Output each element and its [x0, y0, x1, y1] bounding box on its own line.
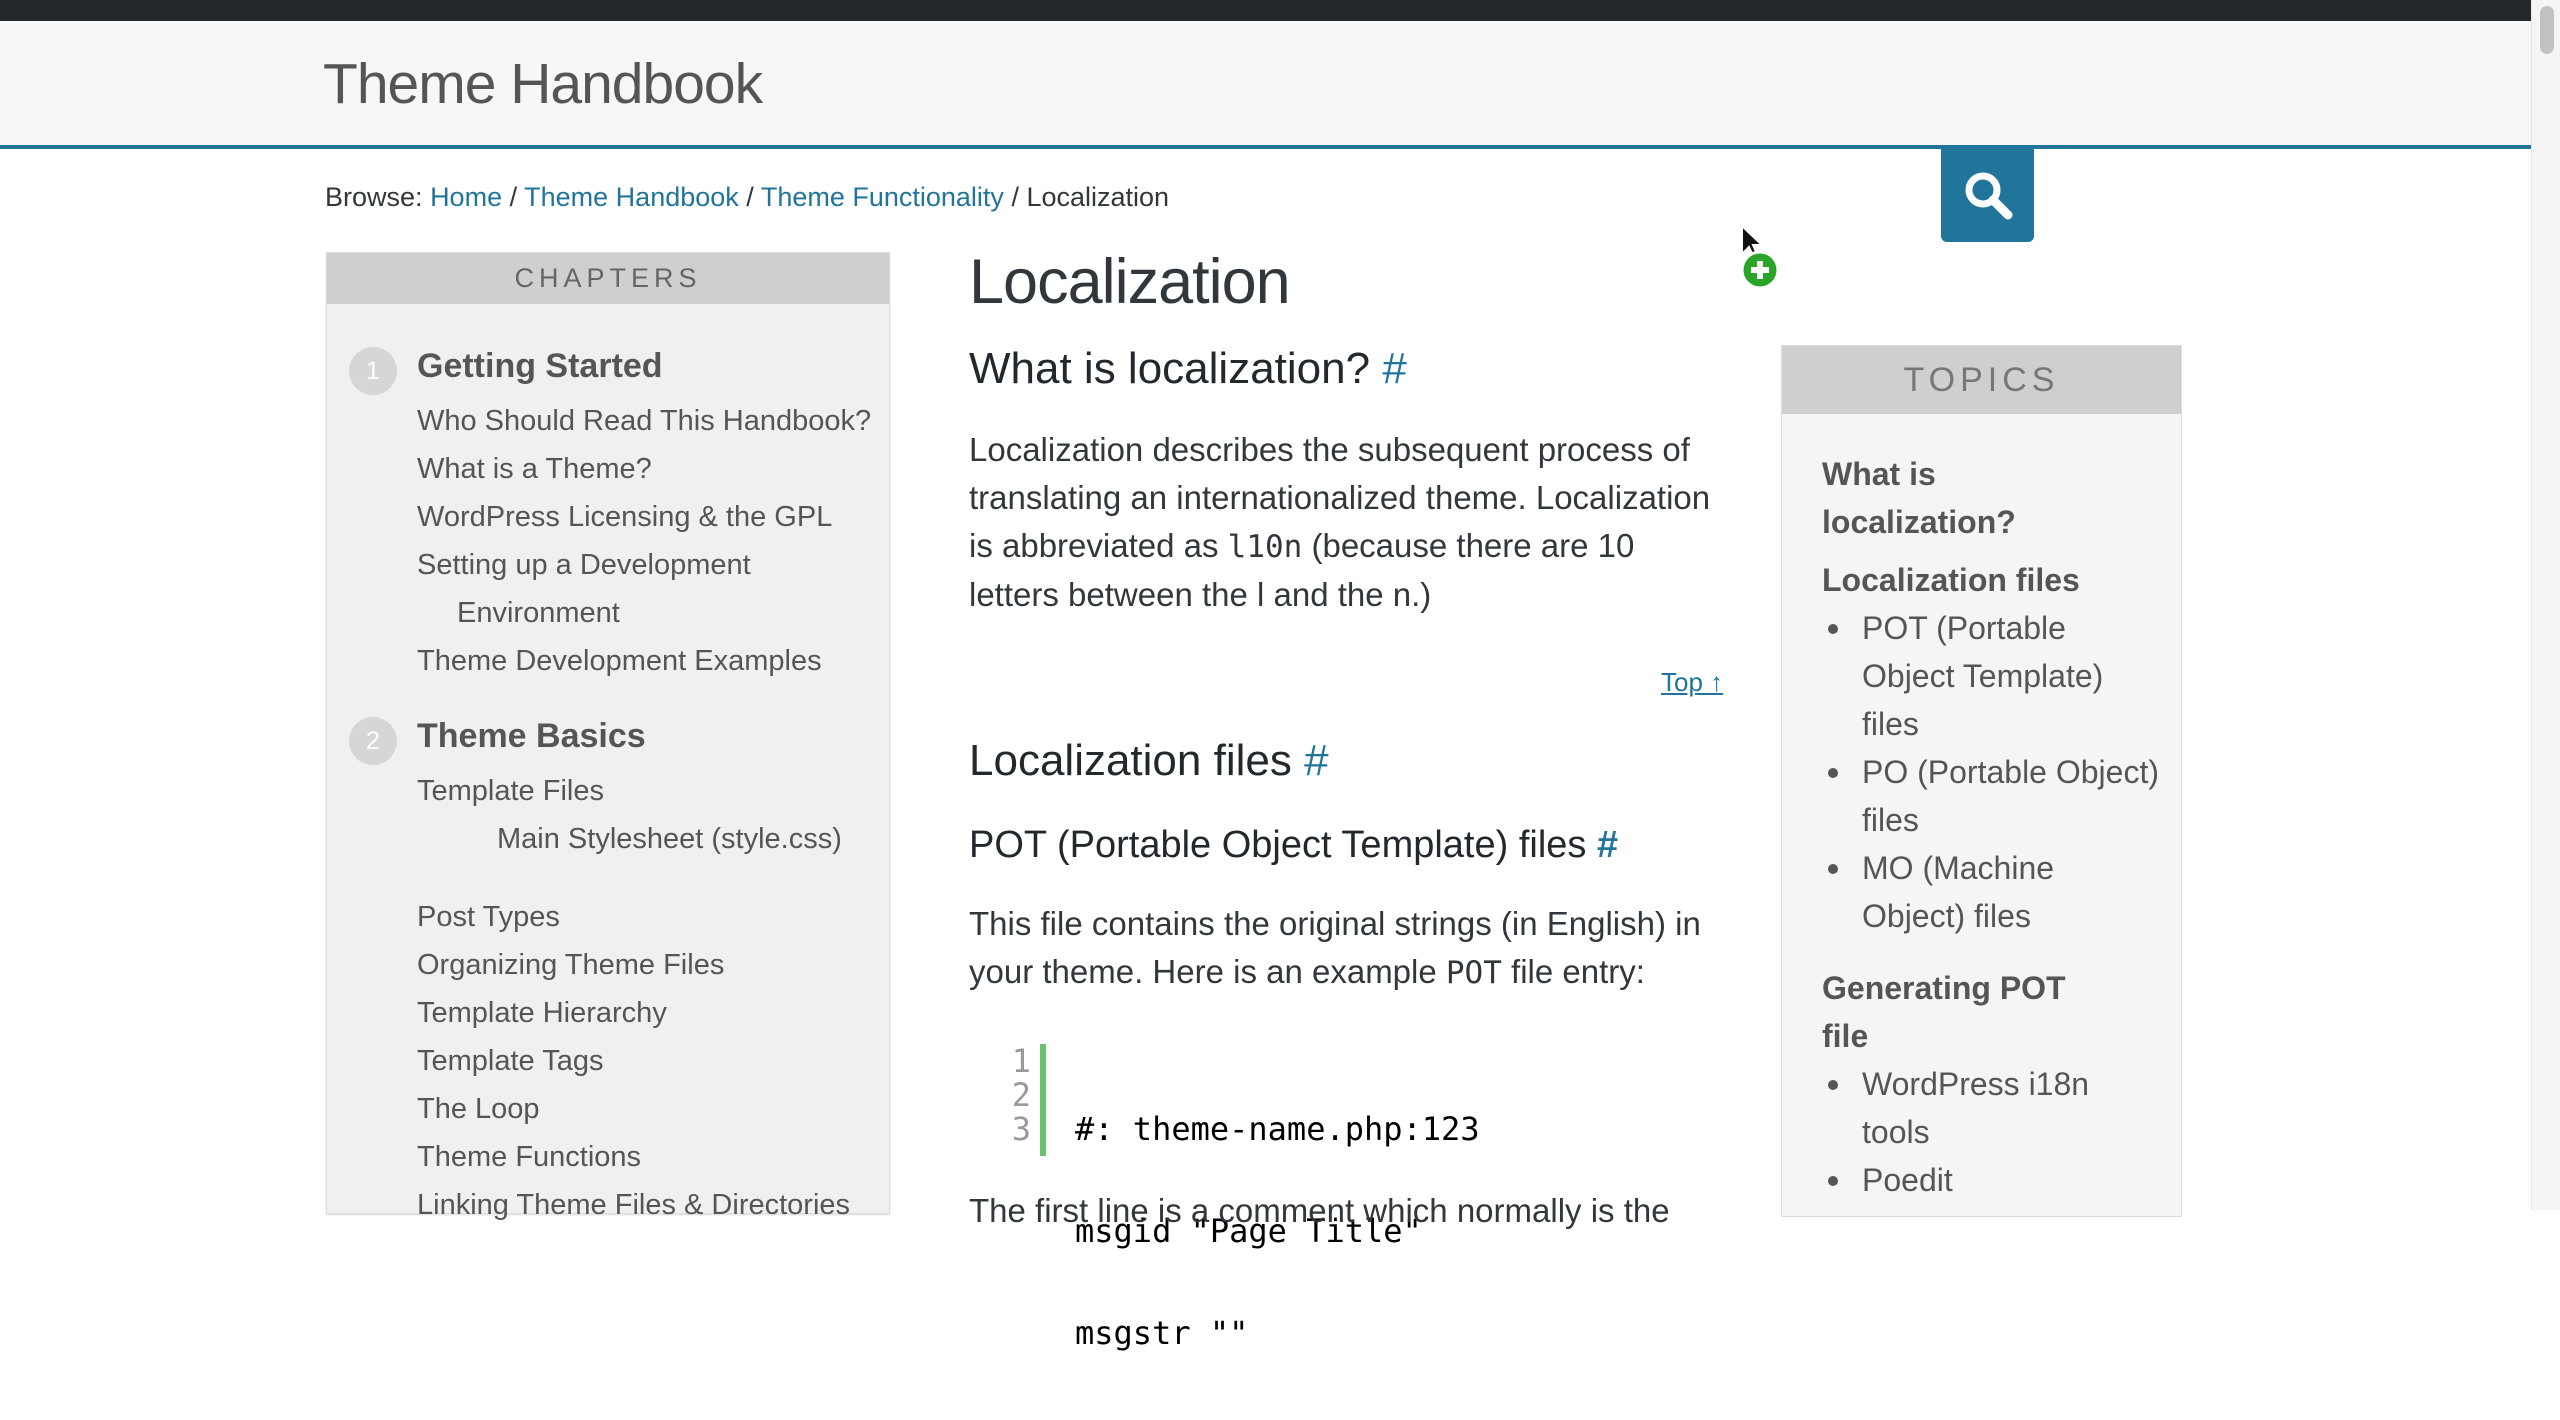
breadcrumb-separator: /: [509, 182, 518, 212]
chapter-number-badge: 1: [349, 347, 397, 395]
sidebar-link[interactable]: Environment: [457, 589, 620, 637]
code-gutter-bar: [1040, 1044, 1046, 1156]
code-line: msgstr "": [1075, 1314, 1249, 1352]
topic-link-generating-pot-file[interactable]: Generating POT file: [1822, 964, 2082, 1060]
paragraph-cut-off: The first line is a comment which normal…: [969, 1192, 1670, 1229]
topics-sidebar: TOPICS What is localization? Localizatio…: [1781, 345, 2182, 1217]
sidebar-link[interactable]: WordPress Licensing & the GPL: [417, 493, 832, 541]
inline-code: POT: [1445, 955, 1502, 991]
mouse-cursor-copy-icon: [1740, 223, 1784, 295]
sidebar-link[interactable]: Template Hierarchy: [417, 989, 667, 1037]
inline-code: l10n: [1227, 529, 1303, 565]
code-line-number: 1: [1011, 1042, 1031, 1080]
sidebar-link[interactable]: Template Tags: [417, 1037, 603, 1085]
topic-sublist: WordPress i18n tools Poedit: [1822, 1060, 2162, 1204]
sidebar-link[interactable]: Linking Theme Files & Directories: [417, 1181, 850, 1229]
breadcrumb: Browse: Home / Theme Handbook / Theme Fu…: [325, 182, 1169, 213]
sidebar-link[interactable]: What is a Theme?: [417, 445, 652, 493]
sidebar-link[interactable]: Post Types: [417, 893, 560, 941]
topic-link-localization-files[interactable]: Localization files: [1822, 556, 2080, 604]
sidebar-link[interactable]: Setting up a Development: [417, 541, 751, 589]
topic-sublist: POT (Portable Object Template) files PO …: [1822, 604, 2162, 940]
topic-link-poedit[interactable]: Poedit: [1822, 1156, 2162, 1204]
breadcrumb-theme-handbook[interactable]: Theme Handbook: [524, 182, 739, 212]
topic-link-mo-files[interactable]: MO (Machine Object) files: [1822, 844, 2162, 940]
page-title: Localization: [969, 247, 1291, 317]
topic-link-what-is-localization[interactable]: What is localization?: [1822, 450, 2122, 546]
section-heading-text: POT (Portable Object Template) files: [969, 824, 1587, 866]
code-lines: #: theme-name.php:123 msgid "Page Title"…: [1075, 1044, 1480, 1418]
code-line: #: theme-name.php:123: [1075, 1110, 1480, 1148]
paragraph: Localization describes the subsequent pr…: [969, 426, 1729, 619]
sidebar-link[interactable]: Who Should Read This Handbook?: [417, 397, 871, 445]
section-anchor-link[interactable]: #: [1382, 344, 1406, 393]
paragraph-text: file entry:: [1501, 953, 1645, 990]
back-to-top-link[interactable]: Top ↑: [1661, 667, 1723, 698]
section-heading-pot-files: POT (Portable Object Template) files #: [969, 824, 1618, 867]
sidebar-link[interactable]: Organizing Theme Files: [417, 941, 724, 989]
paragraph: This file contains the original strings …: [969, 900, 1729, 997]
sidebar-link[interactable]: Template Files: [417, 767, 604, 815]
search-icon: [1965, 172, 2012, 220]
section-anchor-link[interactable]: #: [1597, 824, 1618, 866]
admin-top-bar: [0, 0, 2560, 21]
breadcrumb-separator: /: [1011, 182, 1019, 212]
sidebar-link[interactable]: The Loop: [417, 1085, 540, 1133]
code-line-number: 2: [1011, 1076, 1031, 1114]
section-heading-what-is-localization: What is localization? #: [969, 344, 1407, 394]
section-heading-localization-files: Localization files #: [969, 736, 1329, 786]
section-anchor-link[interactable]: #: [1304, 736, 1328, 785]
chapter-title-getting-started[interactable]: Getting Started: [417, 347, 663, 386]
topic-link-po-files[interactable]: PO (Portable Object) files: [1822, 748, 2162, 844]
chapter-title-theme-basics[interactable]: Theme Basics: [417, 717, 646, 756]
section-heading-text: What is localization?: [969, 344, 1371, 393]
breadcrumb-home[interactable]: Home: [430, 182, 502, 212]
site-title[interactable]: Theme Handbook: [323, 51, 763, 117]
code-line-numbers: 1 2 3: [1005, 1044, 1031, 1146]
topics-heading: TOPICS: [1782, 346, 2181, 414]
sidebar-link[interactable]: Theme Functions: [417, 1133, 641, 1181]
chapter-number-badge: 2: [349, 717, 397, 765]
topic-link-wordpress-i18n-tools[interactable]: WordPress i18n tools: [1822, 1060, 2162, 1156]
page-scrollbar[interactable]: [2531, 0, 2560, 1210]
section-heading-text: Localization files: [969, 736, 1292, 785]
breadcrumb-prefix: Browse:: [325, 182, 423, 212]
code-block: 1 2 3 #: theme-name.php:123 msgid "Page …: [969, 1044, 1729, 1350]
scrollbar-thumb[interactable]: [2540, 6, 2554, 54]
site-header: Theme Handbook: [0, 21, 2560, 149]
breadcrumb-current: Localization: [1026, 182, 1170, 212]
breadcrumb-theme-functionality[interactable]: Theme Functionality: [761, 182, 1004, 212]
sidebar-link[interactable]: Main Stylesheet (style.css): [497, 815, 842, 863]
chapters-sidebar: CHAPTERS 1 Getting Started Who Should Re…: [326, 252, 890, 1221]
topic-link-pot-files[interactable]: POT (Portable Object Template) files: [1822, 604, 2162, 748]
search-button[interactable]: [1941, 148, 2034, 242]
chapters-heading: CHAPTERS: [327, 253, 889, 304]
sidebar-link[interactable]: Theme Development Examples: [417, 637, 822, 685]
code-line-number: 3: [1011, 1110, 1031, 1148]
breadcrumb-separator: /: [746, 182, 754, 212]
